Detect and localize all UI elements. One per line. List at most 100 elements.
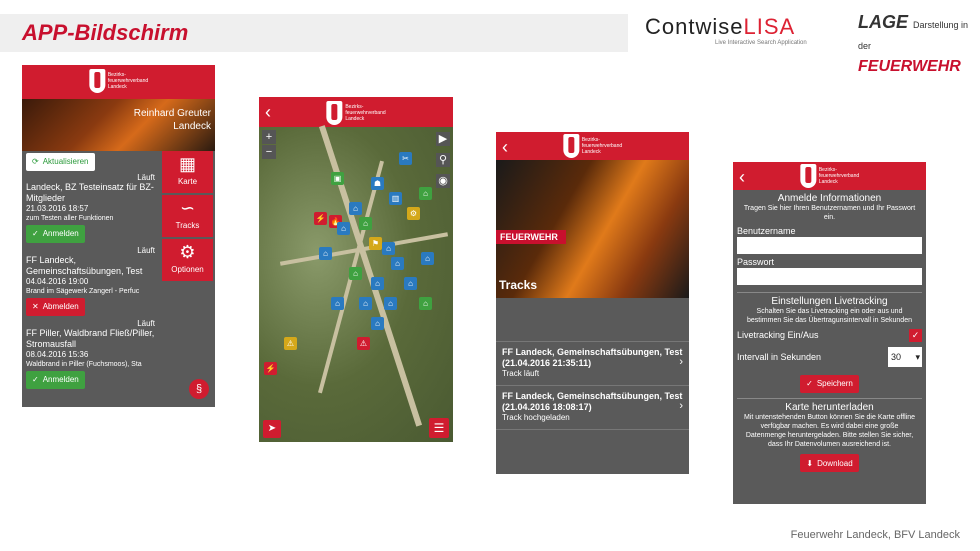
map-marker[interactable]: ⚠	[357, 337, 370, 350]
shield-icon	[562, 134, 579, 158]
map-marker[interactable]: ⌂	[349, 202, 362, 215]
register-label: Anmelden	[42, 375, 79, 384]
password-field[interactable]	[737, 268, 922, 285]
map-marker[interactable]: ✂	[399, 152, 412, 165]
save-button[interactable]: ✓ Speichern	[800, 374, 859, 393]
map-marker[interactable]: ▣	[331, 172, 344, 185]
play-icon[interactable]: ▶	[436, 132, 450, 146]
map-marker[interactable]: ⚡	[314, 212, 327, 225]
map-marker[interactable]: ⚠	[284, 337, 297, 350]
user-name: Reinhard Greuter	[133, 108, 211, 119]
contwise-logo: ContwiseLISA Live Interactive Search App…	[645, 14, 845, 46]
map-marker[interactable]: ⌂	[359, 217, 372, 230]
event-title: FF Piller, Waldbrand Fließ/Piller, Strom…	[26, 327, 155, 349]
track-title: FF Landeck, Gemeinschaftsübungen, Test (…	[502, 391, 683, 412]
map-marker[interactable]: ⌂	[391, 257, 404, 270]
map-marker[interactable]: ⚑	[369, 237, 382, 250]
livetracking-checkbox[interactable]: ✓	[909, 328, 922, 342]
camera-icon[interactable]: ◉	[436, 174, 450, 188]
options-tile-button[interactable]: ⚙ Optionen	[162, 239, 213, 281]
unregister-label: Abmelden	[42, 302, 79, 311]
map-marker[interactable]: ⌂	[359, 297, 372, 310]
livetracking-toggle-row: Livetracking Ein/Aus ✓	[733, 325, 926, 345]
event-date: 21.03.2016 18:57	[26, 203, 89, 213]
map-marker[interactable]: ⌂	[419, 187, 432, 200]
map-icon: ▦	[178, 154, 196, 174]
interval-label: Intervall in Sekunden	[737, 352, 822, 362]
menu-icon[interactable]: ☰	[429, 418, 449, 438]
navigate-arrow-icon[interactable]: ➤	[263, 420, 281, 438]
download-button[interactable]: ⬇ Download	[800, 454, 859, 472]
map-marker[interactable]: ⚙	[407, 207, 420, 220]
map-marker[interactable]: ⌂	[419, 297, 432, 310]
lage-feuerwehr: FEUERWEHR	[858, 58, 961, 75]
slide-footer: Feuerwehr Landeck, BFV Landeck	[790, 529, 960, 541]
livetracking-toggle-label: Livetracking Ein/Aus	[737, 330, 819, 340]
list-item[interactable]: Läuft Landeck, BZ Testeinsatz für BZ-Mit…	[22, 173, 159, 243]
brand-line3: Landeck	[818, 179, 838, 185]
track-row[interactable]: FF Landeck, Gemeinschaftsübungen, Test (…	[496, 342, 689, 386]
livetracking-section-title: Einstellungen Livetracking	[771, 296, 888, 307]
lage-logo: LAGE Darstellung in der FEUERWEHR	[858, 12, 970, 76]
phone-options-screen: ‹ Bezirks-feuerwehrverband Landeck Anmeld…	[733, 162, 926, 504]
app-header: ‹ Bezirks-feuerwehrverband Landeck	[259, 97, 453, 127]
phone-map-screen: ‹ Bezirks-feuerwehrverband Landeck + − ▶ …	[259, 97, 453, 442]
x-icon: ✕	[32, 302, 39, 311]
contwise-lisa: LISA	[743, 14, 796, 39]
back-arrow-icon[interactable]: ‹	[739, 167, 745, 188]
list-item[interactable]: Läuft FF Piller, Waldbrand Fließ/Piller,…	[22, 319, 159, 389]
username-field[interactable]	[737, 237, 922, 254]
event-list: ⟳ Aktualisieren Läuft Landeck, BZ Testein…	[22, 151, 159, 407]
map-marker[interactable]: ☗	[371, 177, 384, 190]
list-item[interactable]: Läuft FF Landeck, Gemeinschaftsübungen, …	[22, 246, 159, 316]
zoom-out-button[interactable]: −	[262, 145, 276, 159]
livetracking-section-desc: Schalten Sie das Livetracking ein oder a…	[747, 308, 912, 324]
map-marker[interactable]: ⌂	[384, 297, 397, 310]
chevron-right-icon: ›	[679, 356, 683, 368]
event-status: Läuft	[137, 318, 155, 328]
back-arrow-icon[interactable]: ‹	[265, 102, 271, 123]
unregister-button[interactable]: ✕ Abmelden	[26, 297, 85, 316]
event-desc: Waldbrand in Piller (Fuchsmoos), Sta	[26, 360, 142, 368]
map-marker[interactable]: ⌂	[331, 297, 344, 310]
app-header: Bezirks-feuerwehrverband Landeck	[22, 65, 215, 99]
map-marker[interactable]: ⌂	[349, 267, 362, 280]
track-title: FF Landeck, Gemeinschaftsübungen, Test (…	[502, 347, 683, 368]
map-marker[interactable]: ⌂	[371, 277, 384, 290]
map-marker[interactable]: ⌂	[371, 317, 384, 330]
phone-home-screen: Bezirks-feuerwehrverband Landeck Reinhard…	[22, 65, 215, 407]
truck-banner: FEUERWEHR	[496, 230, 566, 244]
map-marker[interactable]: ⌂	[404, 277, 417, 290]
brand-line3: Landeck	[107, 84, 127, 90]
map-marker[interactable]: ▥	[389, 192, 402, 205]
back-arrow-icon[interactable]: ‹	[502, 137, 508, 158]
tracks-heading: Tracks	[499, 278, 538, 292]
map-marker[interactable]: ⚡	[264, 362, 277, 375]
check-icon: ✓	[32, 375, 39, 384]
map-marker[interactable]: ⌂	[319, 247, 332, 260]
user-info: Reinhard Greuter Landeck	[134, 107, 211, 133]
aerial-map[interactable]: + − ▶ ⚲ ◉ ▣ ✂ ☗ ▥ ⌂ ⚙ ⚡ 🔥 ⌂ ⌂ ⌂ ⌂ ⚑ ⌂ ⌂ …	[259, 125, 453, 442]
save-label: Speichern	[816, 379, 853, 388]
track-row[interactable]: FF Landeck, Gemeinschaftsübungen, Test (…	[496, 386, 689, 430]
brand-logo: Bezirks-feuerwehrverband Landeck	[326, 101, 386, 125]
map-marker[interactable]: ⌂	[382, 242, 395, 255]
zoom-in-button[interactable]: +	[262, 130, 276, 144]
tracks-tile-label: Tracks	[175, 221, 200, 230]
download-label: Download	[817, 458, 853, 468]
legal-button[interactable]: §	[189, 379, 209, 399]
interval-select[interactable]: 30 ▾	[888, 347, 922, 367]
refresh-button[interactable]: ⟳ Aktualisieren	[26, 152, 95, 171]
map-marker[interactable]: ⌂	[337, 222, 350, 235]
event-date: 08.04.2016 15:36	[26, 349, 89, 359]
options-icon: ⚙	[179, 242, 196, 262]
phone-tracks-screen: ‹ Bezirks-feuerwehrverband Landeck FEUERW…	[496, 132, 689, 474]
register-button[interactable]: ✓ Anmelden	[26, 224, 85, 243]
interval-value: 30	[891, 352, 902, 362]
register-button[interactable]: ✓ Anmelden	[26, 370, 85, 389]
map-tile-button[interactable]: ▦ Karte	[162, 151, 213, 193]
refresh-icon: ⟳	[32, 157, 39, 166]
tracks-tile-button[interactable]: ∽ Tracks	[162, 195, 213, 237]
location-pin-icon[interactable]: ⚲	[436, 153, 450, 167]
map-marker[interactable]: ⌂	[421, 252, 434, 265]
